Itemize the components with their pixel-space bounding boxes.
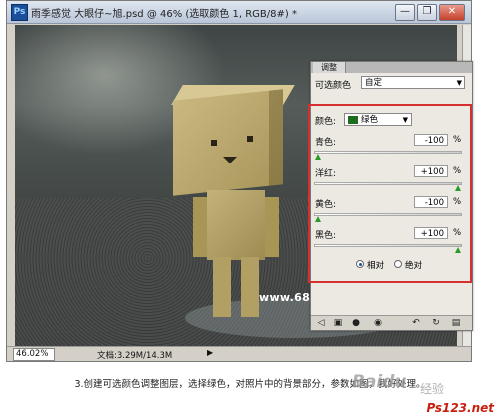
reset-prev-icon[interactable]: ↶ [411, 318, 421, 328]
status-menu-arrow-icon[interactable]: ▶ [207, 348, 213, 357]
cyan-unit: % [453, 135, 462, 145]
minimize-button[interactable]: — [395, 4, 415, 21]
eye-icon[interactable]: ◉ [373, 318, 383, 328]
ps123-watermark: Ps123.net [426, 401, 494, 415]
preset-value: 自定 [365, 78, 383, 88]
panel-icon[interactable]: ▣ [333, 318, 343, 328]
relative-radio-label: 相对 [367, 261, 385, 271]
yellow-unit: % [453, 197, 462, 207]
absolute-radio-label: 绝对 [405, 261, 423, 271]
black-slider[interactable] [314, 244, 462, 253]
danbo-right-arm [265, 197, 279, 257]
danbo-left-eye [211, 140, 217, 146]
document-size-info: 文档:3.29M/14.3M [97, 351, 173, 361]
zoom-field[interactable]: 46.02% [13, 348, 55, 361]
danbo-head [173, 89, 283, 196]
chevron-down-icon: ▼ [456, 79, 462, 87]
photoshop-document-window: Ps 雨季感觉 大眼仔~旭.psd @ 46% (选取颜色 1, RGB/8#)… [6, 0, 473, 362]
colors-select-value: 绿色 [361, 115, 379, 125]
absolute-radio[interactable] [394, 260, 402, 268]
magenta-slider-thumb[interactable] [455, 185, 461, 191]
black-slider-thumb[interactable] [455, 247, 461, 253]
tab-adjustments[interactable]: 调整 [313, 62, 346, 73]
adjustments-panel: 调整 可选颜色 自定 ▼ 颜色: 绿色 ▼ 青色: -100 % 洋红: +10… [308, 61, 473, 331]
delete-icon[interactable]: ▤ [451, 318, 461, 328]
cyan-slider[interactable] [314, 151, 462, 160]
colors-label: 颜色: [315, 117, 337, 127]
yellow-slider-thumb[interactable] [315, 216, 321, 222]
black-unit: % [453, 228, 462, 238]
danbo-left-leg [213, 257, 231, 317]
highlight-frame: 颜色: 绿色 ▼ 青色: -100 % 洋红: +100 % 黄色: -100 [308, 104, 472, 283]
magenta-slider[interactable] [314, 182, 462, 191]
chevron-down-icon: ▼ [402, 116, 408, 124]
restore-button[interactable]: ❐ [417, 4, 437, 21]
danbo-right-eye [247, 136, 253, 142]
cyan-value-input[interactable]: -100 [414, 134, 448, 146]
back-arrow-icon[interactable]: ◁ [316, 318, 326, 328]
danbo-left-arm [193, 197, 207, 257]
danbo-right-leg [241, 257, 259, 317]
magenta-unit: % [453, 166, 462, 176]
preset-select[interactable]: 自定 ▼ [361, 76, 465, 89]
jingyan-watermark: 经验 [420, 382, 445, 396]
danbo-mouth [223, 157, 237, 165]
mask-icon[interactable]: ● [351, 318, 361, 328]
color-swatch [348, 116, 358, 124]
danbo-body [207, 190, 265, 260]
selective-color-label: 可选颜色 [315, 81, 352, 91]
close-button[interactable]: ✕ [439, 4, 465, 21]
colors-select[interactable]: 绿色 ▼ [344, 113, 412, 126]
reset-icon[interactable]: ↻ [431, 318, 441, 328]
magenta-value-input[interactable]: +100 [414, 165, 448, 177]
magenta-label: 洋红: [315, 169, 337, 179]
status-bar: 46.02% 文档:3.29M/14.3M ▶ [7, 346, 471, 361]
cyan-slider-thumb[interactable] [315, 154, 321, 160]
yellow-label: 黄色: [315, 200, 337, 210]
black-value-input[interactable]: +100 [414, 227, 448, 239]
yellow-slider[interactable] [314, 213, 462, 222]
document-title: 雨季感觉 大眼仔~旭.psd @ 46% (选取颜色 1, RGB/8#) * [31, 9, 297, 20]
yellow-value-input[interactable]: -100 [414, 196, 448, 208]
baidu-watermark: Baidu [352, 372, 407, 392]
photoshop-app-icon: Ps [11, 4, 28, 21]
panel-header: 调整 [311, 62, 472, 73]
black-label: 黑色: [315, 231, 337, 241]
window-titlebar[interactable]: Ps 雨季感觉 大眼仔~旭.psd @ 46% (选取颜色 1, RGB/8#)… [7, 1, 471, 24]
panel-toolbar: ◁ ▣ ● ◉ ↶ ↻ ▤ [311, 315, 472, 330]
relative-radio[interactable] [356, 260, 364, 268]
cyan-label: 青色: [315, 138, 337, 148]
